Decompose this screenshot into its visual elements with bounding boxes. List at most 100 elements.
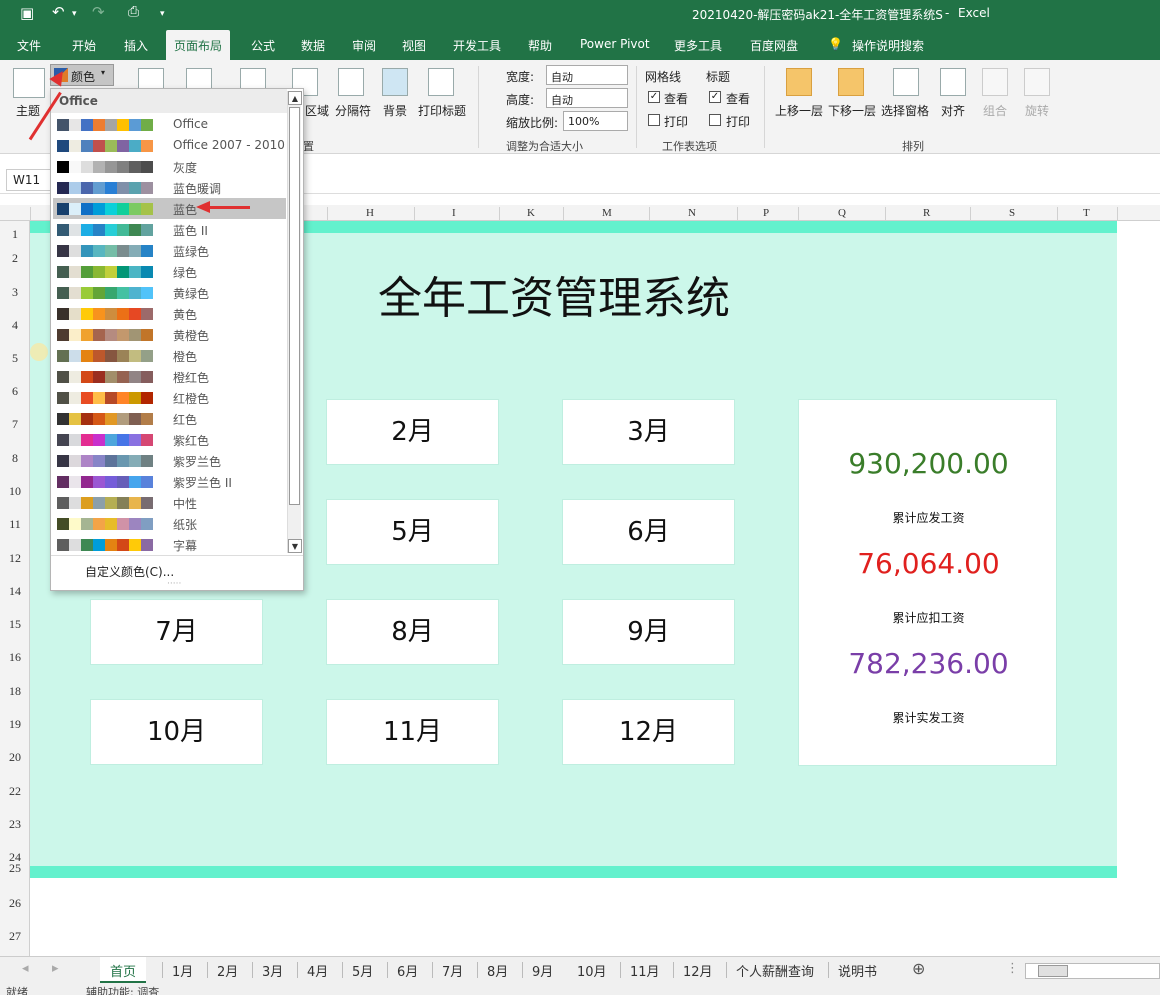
height-select[interactable]: 自动 (546, 88, 628, 108)
align-label[interactable]: 对齐 (941, 102, 965, 119)
tab-home[interactable]: 开始 (72, 37, 96, 54)
column-divider[interactable] (563, 207, 564, 220)
print-titles-label[interactable]: 打印标题 (418, 102, 466, 119)
headings-print-checkbox[interactable] (709, 114, 721, 126)
row-header-cell[interactable]: 14 (0, 584, 30, 599)
sheet-tab[interactable]: 9月 (532, 961, 553, 980)
color-scheme-item[interactable]: 黄橙色 (53, 324, 286, 345)
sheet-tab[interactable]: 12月 (683, 961, 713, 980)
sheet-tab[interactable]: 说明书 (838, 961, 877, 980)
resize-grip-icon[interactable]: ····· (167, 579, 181, 589)
color-scheme-item[interactable]: 黄色 (53, 303, 286, 324)
row-header-cell[interactable]: 19 (0, 717, 30, 732)
month-button-3[interactable]: 3月 (562, 399, 735, 465)
color-scheme-item[interactable]: 中性 (53, 492, 286, 513)
month-button-12[interactable]: 12月 (562, 699, 735, 765)
column-header-cell[interactable]: R (923, 207, 930, 219)
custom-colors-item[interactable]: 自定义颜色(C)... (85, 563, 174, 580)
column-header-cell[interactable]: S (1009, 207, 1015, 219)
sheet-tab[interactable]: 1月 (172, 961, 193, 980)
tab-review[interactable]: 审阅 (352, 37, 376, 54)
color-scheme-item[interactable]: 橙红色 (53, 366, 286, 387)
sheet-tab[interactable]: 5月 (352, 961, 373, 980)
column-header-cell[interactable]: P (763, 207, 769, 219)
scroll-thumb[interactable] (289, 107, 300, 505)
column-divider[interactable] (327, 207, 328, 220)
breaks-icon[interactable] (338, 68, 364, 96)
row-header-cell[interactable]: 22 (0, 784, 30, 799)
row-header-cell[interactable]: 12 (0, 551, 30, 566)
scroll-up-icon[interactable]: ▲ (288, 91, 302, 105)
color-scheme-item[interactable]: 蓝色 (53, 198, 286, 219)
background-label[interactable]: 背景 (383, 102, 407, 119)
color-scheme-item[interactable]: 紫罗兰色 II (53, 471, 286, 492)
column-header-cell[interactable]: M (602, 207, 612, 219)
month-button-7[interactable]: 7月 (90, 599, 263, 665)
scale-spinner[interactable]: 100% (563, 111, 628, 131)
column-header-cell[interactable]: N (688, 207, 696, 219)
customize-toolbar-icon[interactable]: ▾ (160, 9, 165, 19)
tab-scroll-left-icon[interactable]: ◂ (22, 961, 29, 976)
row-header-cell[interactable]: 26 (0, 896, 30, 911)
column-divider[interactable] (970, 207, 971, 220)
row-header-cell[interactable]: 10 (0, 484, 30, 499)
row-header-cell[interactable]: 27 (0, 929, 30, 944)
sheet-tab[interactable]: 11月 (630, 961, 660, 980)
print-preview-icon[interactable]: ⎙ (128, 4, 139, 20)
row-header-cell[interactable]: 23 (0, 817, 30, 832)
row-header-cell[interactable]: 25 (0, 861, 30, 876)
row-header-cell[interactable]: 1 (0, 227, 30, 242)
row-header-cell[interactable]: 5 (0, 351, 30, 366)
row-header-cell[interactable]: 2 (0, 251, 30, 266)
scroll-down-icon[interactable]: ▼ (288, 539, 302, 553)
gridlines-print-checkbox[interactable] (648, 114, 660, 126)
column-header-cell[interactable]: H (366, 207, 374, 219)
color-scheme-item[interactable]: Office (53, 114, 286, 135)
color-scheme-item[interactable]: 字幕 (53, 534, 286, 555)
selection-pane-icon[interactable] (893, 68, 919, 96)
send-backward-icon[interactable] (838, 68, 864, 96)
month-button-2[interactable]: 2月 (326, 399, 499, 465)
month-button-11[interactable]: 11月 (326, 699, 499, 765)
color-scheme-item[interactable]: 蓝绿色 (53, 240, 286, 261)
tab-more-tools[interactable]: 更多工具 (674, 37, 722, 54)
row-header-cell[interactable]: 16 (0, 650, 30, 665)
row-header-cell[interactable]: 11 (0, 517, 30, 532)
color-scheme-item[interactable]: 红色 (53, 408, 286, 429)
undo-dropdown-icon[interactable]: ▾ (72, 9, 77, 19)
month-button-9[interactable]: 9月 (562, 599, 735, 665)
tab-developer[interactable]: 开发工具 (453, 37, 501, 54)
tell-me-search[interactable]: 操作说明搜索 (852, 37, 924, 54)
tab-page-layout[interactable]: 页面布局 (166, 30, 231, 60)
tab-insert[interactable]: 插入 (124, 37, 148, 54)
sheet-tab[interactable]: 6月 (397, 961, 418, 980)
sheet-tab[interactable]: 2月 (217, 961, 238, 980)
headings-view-checkbox[interactable]: ✓ (709, 91, 721, 103)
themes-icon[interactable] (13, 68, 45, 98)
color-scheme-item[interactable]: 紫红色 (53, 429, 286, 450)
tab-baidu-netdisk[interactable]: 百度网盘 (750, 37, 798, 54)
sheet-tab[interactable]: 个人薪酬查询 (736, 961, 814, 980)
column-divider[interactable] (414, 207, 415, 220)
row-header-cell[interactable]: 6 (0, 384, 30, 399)
sheet-tab[interactable]: 8月 (487, 961, 508, 980)
column-header-cell[interactable]: I (452, 207, 456, 219)
column-header-cell[interactable]: K (527, 207, 535, 219)
width-select[interactable]: 自动 (546, 65, 628, 85)
row-header-cell[interactable]: 8 (0, 451, 30, 466)
sheet-tab[interactable]: 首页 (100, 957, 147, 983)
status-accessibility[interactable]: 辅助功能: 调查 (86, 984, 159, 995)
print-titles-icon[interactable] (428, 68, 454, 96)
month-button-6[interactable]: 6月 (562, 499, 735, 565)
sheet-tab[interactable]: 4月 (307, 961, 328, 980)
column-divider[interactable] (885, 207, 886, 220)
row-header-cell[interactable]: 18 (0, 684, 30, 699)
color-scheme-item[interactable]: 蓝色暖调 (53, 177, 286, 198)
row-header-cell[interactable]: 7 (0, 417, 30, 432)
bring-forward-icon[interactable] (786, 68, 812, 96)
color-scheme-item[interactable]: 红橙色 (53, 387, 286, 408)
color-scheme-item[interactable]: 绿色 (53, 261, 286, 282)
month-button-10[interactable]: 10月 (90, 699, 263, 765)
align-icon[interactable] (940, 68, 966, 96)
tab-view[interactable]: 视图 (402, 37, 426, 54)
